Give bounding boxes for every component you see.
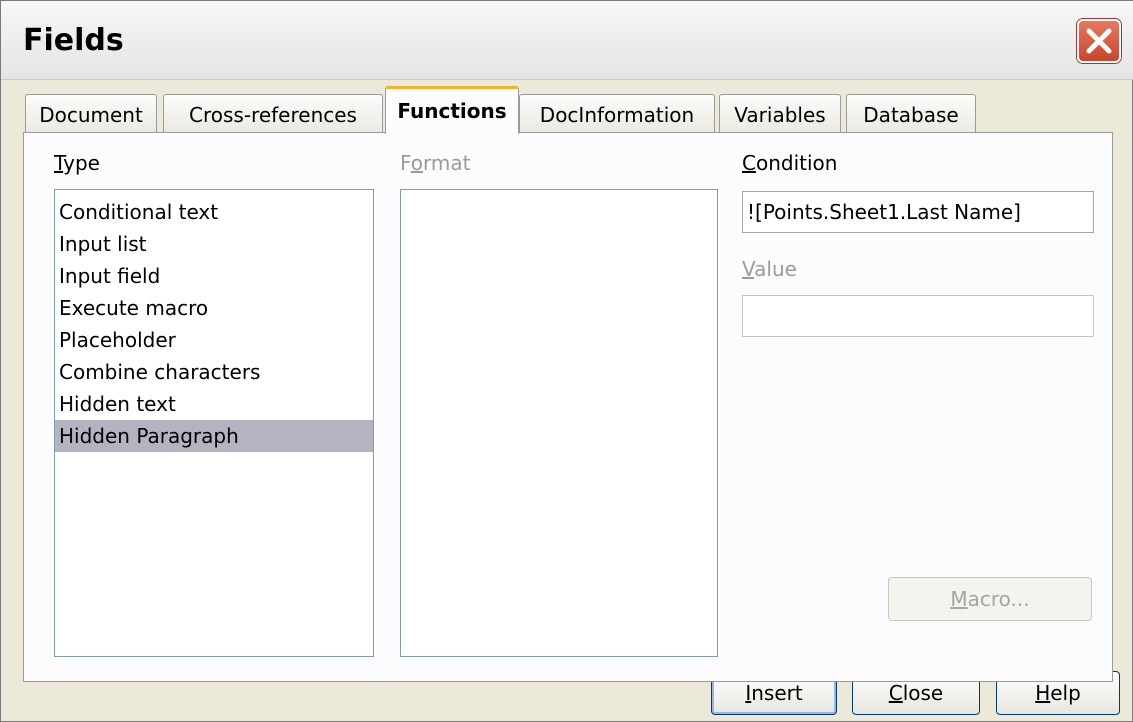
tab-label: Functions: [397, 99, 507, 123]
dialog-title: Fields: [23, 23, 124, 58]
type-label: Type: [54, 151, 100, 175]
tab-variables[interactable]: Variables: [719, 94, 841, 132]
format-label: Format: [400, 151, 471, 175]
list-item[interactable]: Execute macro: [55, 292, 373, 324]
tab-document[interactable]: Document: [25, 94, 157, 132]
condition-input[interactable]: ![Points.Sheet1.Last Name]: [742, 191, 1094, 233]
list-item[interactable]: Input list: [55, 228, 373, 260]
list-item[interactable]: Combine characters: [55, 356, 373, 388]
list-item[interactable]: Hidden text: [55, 388, 373, 420]
value-input[interactable]: [742, 295, 1094, 337]
list-item[interactable]: Placeholder: [55, 324, 373, 356]
tab-label: Document: [39, 103, 143, 127]
title-bar: Fields: [1, 1, 1133, 80]
tab-database[interactable]: Database: [846, 94, 976, 132]
fields-dialog: Fields Document Cross-references Functio…: [0, 0, 1133, 722]
condition-label: Condition: [742, 151, 838, 175]
list-item[interactable]: Conditional text: [55, 196, 373, 228]
tab-label: Variables: [734, 103, 826, 127]
format-listbox[interactable]: [400, 189, 718, 657]
tab-label: DocInformation: [539, 103, 695, 127]
tab-docinformation[interactable]: DocInformation: [519, 94, 715, 132]
macro-button[interactable]: Macro...: [888, 577, 1092, 621]
value-label: Value: [742, 257, 797, 281]
tab-functions[interactable]: Functions: [385, 86, 519, 134]
list-item-selected[interactable]: Hidden Paragraph: [55, 420, 373, 452]
tab-label: Database: [863, 103, 959, 127]
list-item[interactable]: Input field: [55, 260, 373, 292]
tab-label: Cross-references: [189, 103, 357, 127]
close-icon[interactable]: [1077, 19, 1121, 63]
type-listbox[interactable]: Conditional text Input list Input field …: [54, 189, 374, 657]
tab-cross-references[interactable]: Cross-references: [163, 94, 383, 132]
functions-panel: Type Conditional text Input list Input f…: [23, 132, 1113, 682]
